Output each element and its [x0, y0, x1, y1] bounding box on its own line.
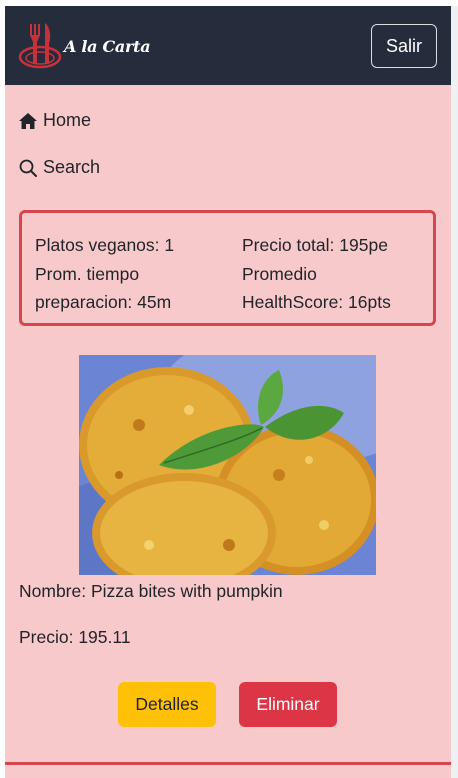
brand-name: A la Carta: [64, 36, 151, 56]
stat-avg-time-line1: Prom. tiempo: [35, 263, 140, 284]
page: A la Carta Salir Home Search Platos vega…: [5, 6, 451, 778]
navbar: A la Carta Salir: [5, 6, 451, 85]
card-divider: [5, 762, 451, 765]
house-icon: [19, 112, 37, 129]
dish-image: [79, 355, 376, 575]
delete-button[interactable]: Eliminar: [239, 682, 337, 727]
page-edge: [451, 6, 458, 778]
dish-name: Nombre: Pizza bites with pumpkin: [19, 581, 283, 601]
details-button[interactable]: Detalles: [118, 682, 216, 727]
nav-search-link[interactable]: Search: [19, 157, 100, 178]
stat-vegan-dishes: Platos veganos: 1: [35, 235, 175, 255]
fork-knife-logo-icon: [18, 23, 62, 69]
dish-price: Precio: 195.11: [19, 627, 131, 647]
stat-avg-time-line2: preparacion: 45m: [35, 292, 172, 312]
stat-total-price: Precio total: 195pe: [242, 235, 388, 255]
nav-search-label: Search: [43, 157, 101, 177]
brand-logo[interactable]: A la Carta: [18, 20, 151, 72]
logout-button[interactable]: Salir: [371, 24, 437, 68]
nav-home-link[interactable]: Home: [19, 110, 91, 131]
nav-home-label: Home: [43, 110, 92, 130]
stats-summary-box: Platos veganos: 1 Prom. tiempo preparaci…: [19, 210, 436, 326]
stat-avg-health-line1: Promedio: [242, 263, 317, 284]
stat-avg-health-line2: HealthScore: 16pts: [242, 292, 391, 312]
magnifier-icon: [19, 159, 37, 177]
